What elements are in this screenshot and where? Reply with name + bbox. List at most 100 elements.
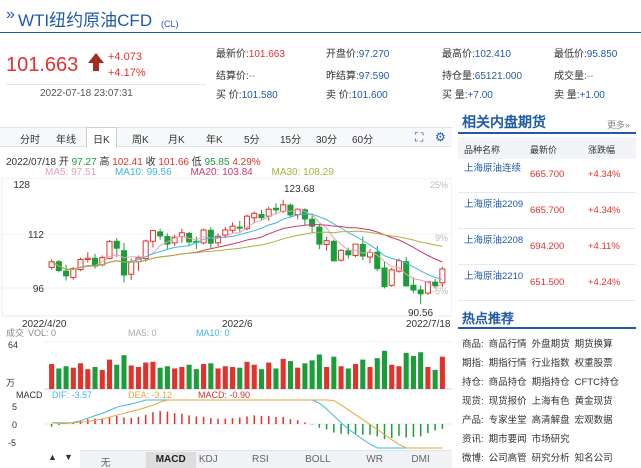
candle-body xyxy=(366,251,374,258)
hot-label: 商品: xyxy=(462,339,484,350)
volume-bar xyxy=(106,359,113,389)
candle-body xyxy=(287,204,294,216)
volume-bar xyxy=(280,358,286,389)
hot-link[interactable]: 外盘期货 xyxy=(532,339,570,350)
tab-period[interactable]: 5分 xyxy=(244,131,260,146)
hot-link[interactable]: 宏观数据 xyxy=(575,415,613,426)
quote-cell: 买 量:+7.00 xyxy=(442,86,493,101)
quote-cell: 卖 量:+1.00 xyxy=(554,86,605,101)
hot-link[interactable]: 公司高管 xyxy=(489,453,527,464)
hot-link[interactable]: 研究分析 xyxy=(532,453,570,464)
volume-axis-unit: 万 xyxy=(6,378,15,388)
kline-chart[interactable]: 128 112 96 25% 9% -6% 123.68 90.56 2022/… xyxy=(0,178,452,450)
tab-indicator[interactable]: BOLL xyxy=(305,454,331,465)
hot-link[interactable]: 市场研究 xyxy=(532,434,570,445)
quote-value: +7.00 xyxy=(467,90,493,101)
fullscreen-icon[interactable]: ⛶ xyxy=(415,130,423,145)
scroll-up-button[interactable]: ▲ xyxy=(48,452,57,462)
hot-link[interactable]: 行业指数 xyxy=(532,358,570,369)
indicator-tabs: 无 MACD KDJ RSI BOLL WR DMI xyxy=(80,450,452,468)
candle-body xyxy=(330,240,337,262)
volume-bar xyxy=(56,368,62,389)
tab-period[interactable]: 年K xyxy=(206,131,223,146)
hot-row: 持仓: 商品持仓 期指持仓 CFTC持仓 xyxy=(462,374,619,388)
volume-bar xyxy=(324,366,330,389)
volume-bar xyxy=(403,353,409,389)
candle-body xyxy=(381,267,388,288)
related-name[interactable]: 上海原油2209 xyxy=(464,198,526,212)
hot-link[interactable]: 上海有色 xyxy=(532,396,570,407)
quote-cell: 昨结算:97.590 xyxy=(326,67,389,82)
quote-value: -- xyxy=(248,71,256,82)
volume-bar xyxy=(143,362,149,389)
tab-period[interactable]: 日K xyxy=(86,127,117,148)
related-row[interactable]: 上海原油2208 694.200 +4.11% xyxy=(458,231,636,265)
tab-indicator[interactable]: RSI xyxy=(252,454,269,465)
chevron-right-icon: » xyxy=(6,6,15,23)
tab-period[interactable]: 年线 xyxy=(56,131,76,146)
candle-body xyxy=(265,208,272,217)
pct-axis-bottom: -6% xyxy=(432,286,448,296)
volume-bar xyxy=(49,364,55,389)
volume-bar xyxy=(266,362,272,389)
tab-period[interactable]: 30分 xyxy=(316,131,337,146)
related-name[interactable]: 上海原油2210 xyxy=(464,270,526,284)
candle-body xyxy=(309,218,316,227)
hot-link[interactable]: CFTC持仓 xyxy=(575,377,619,388)
related-price: 651.500 xyxy=(530,277,565,288)
hot-row: 微博: 公司高管 研究分析 知名公司 xyxy=(462,450,613,464)
tab-indicator[interactable]: WR xyxy=(366,454,383,465)
related-row[interactable]: 上海原油连续 665.700 +4.34% xyxy=(458,159,636,193)
related-pct: +4.34% xyxy=(588,169,621,180)
price-axis-bottom: 96 xyxy=(33,284,45,295)
price-panel-frame xyxy=(1,178,452,317)
tab-period[interactable]: 60分 xyxy=(352,131,373,146)
ma10-label: MA10: 99.56 xyxy=(114,167,172,178)
title-bar: » WTI纽约原油CFD (CL) xyxy=(0,0,641,34)
tab-period[interactable]: 周K xyxy=(132,131,149,146)
related-row[interactable]: 上海原油2210 651.500 +4.24% xyxy=(458,267,636,301)
hot-link[interactable]: 期指持仓 xyxy=(532,377,570,388)
hot-link[interactable]: 现货报价 xyxy=(489,396,527,407)
quote-label: 最新价: xyxy=(216,49,249,60)
hot-link[interactable]: 知名公司 xyxy=(575,453,613,464)
candle-body xyxy=(439,268,446,284)
quote-cell: 买 价:101.580 xyxy=(216,86,278,101)
hot-link[interactable]: 商品行情 xyxy=(489,339,527,350)
more-link[interactable]: 更多» xyxy=(607,118,630,131)
tab-period[interactable]: 15分 xyxy=(280,131,301,146)
scroll-down-button[interactable]: ▼ xyxy=(64,452,73,462)
related-price: 694.200 xyxy=(530,241,565,252)
macd-dea: DEA: -3.12 xyxy=(128,390,172,400)
tab-period[interactable]: 分时 xyxy=(20,131,40,146)
quote-value: 102.410 xyxy=(474,49,511,60)
price-axis-mid: 112 xyxy=(28,230,44,241)
related-name[interactable]: 上海原油2208 xyxy=(464,234,526,248)
related-row[interactable]: 上海原油2209 665.700 +4.34% xyxy=(458,195,636,229)
candle-body xyxy=(280,204,287,212)
hot-header: 热点推荐 xyxy=(458,305,636,329)
hot-link[interactable]: 商品持仓 xyxy=(489,377,527,388)
hot-link[interactable]: 期货换算 xyxy=(575,339,613,350)
tab-indicator[interactable]: KDJ xyxy=(199,454,218,465)
volume-bar xyxy=(244,361,250,389)
candle-body xyxy=(120,250,128,276)
hot-link[interactable]: 期指行情 xyxy=(489,358,527,369)
settings-icon[interactable]: ⚙ xyxy=(435,130,446,144)
macd-axis-bottom: -5 xyxy=(8,438,16,448)
hot-link[interactable]: 黄金现货 xyxy=(575,396,613,407)
volume-bar xyxy=(92,366,98,389)
quote-label: 开盘价: xyxy=(326,49,359,60)
tab-indicator[interactable]: 无 xyxy=(101,454,111,468)
tab-indicator[interactable]: MACD xyxy=(145,452,196,468)
tab-indicator[interactable]: DMI xyxy=(411,454,429,465)
related-name[interactable]: 上海原油连续 xyxy=(464,162,526,176)
hot-label: 资讯: xyxy=(462,434,484,445)
hot-link[interactable]: 期市要闻 xyxy=(489,434,527,445)
candle-body xyxy=(128,261,135,275)
hot-link[interactable]: 权重股票 xyxy=(575,358,613,369)
tab-period[interactable]: 月K xyxy=(168,131,185,146)
hot-link[interactable]: 专家坐堂 xyxy=(489,415,527,426)
hot-link[interactable]: 高清解盘 xyxy=(532,415,570,426)
hot-row: 商品: 商品行情 外盘期货 期货换算 xyxy=(462,336,613,350)
